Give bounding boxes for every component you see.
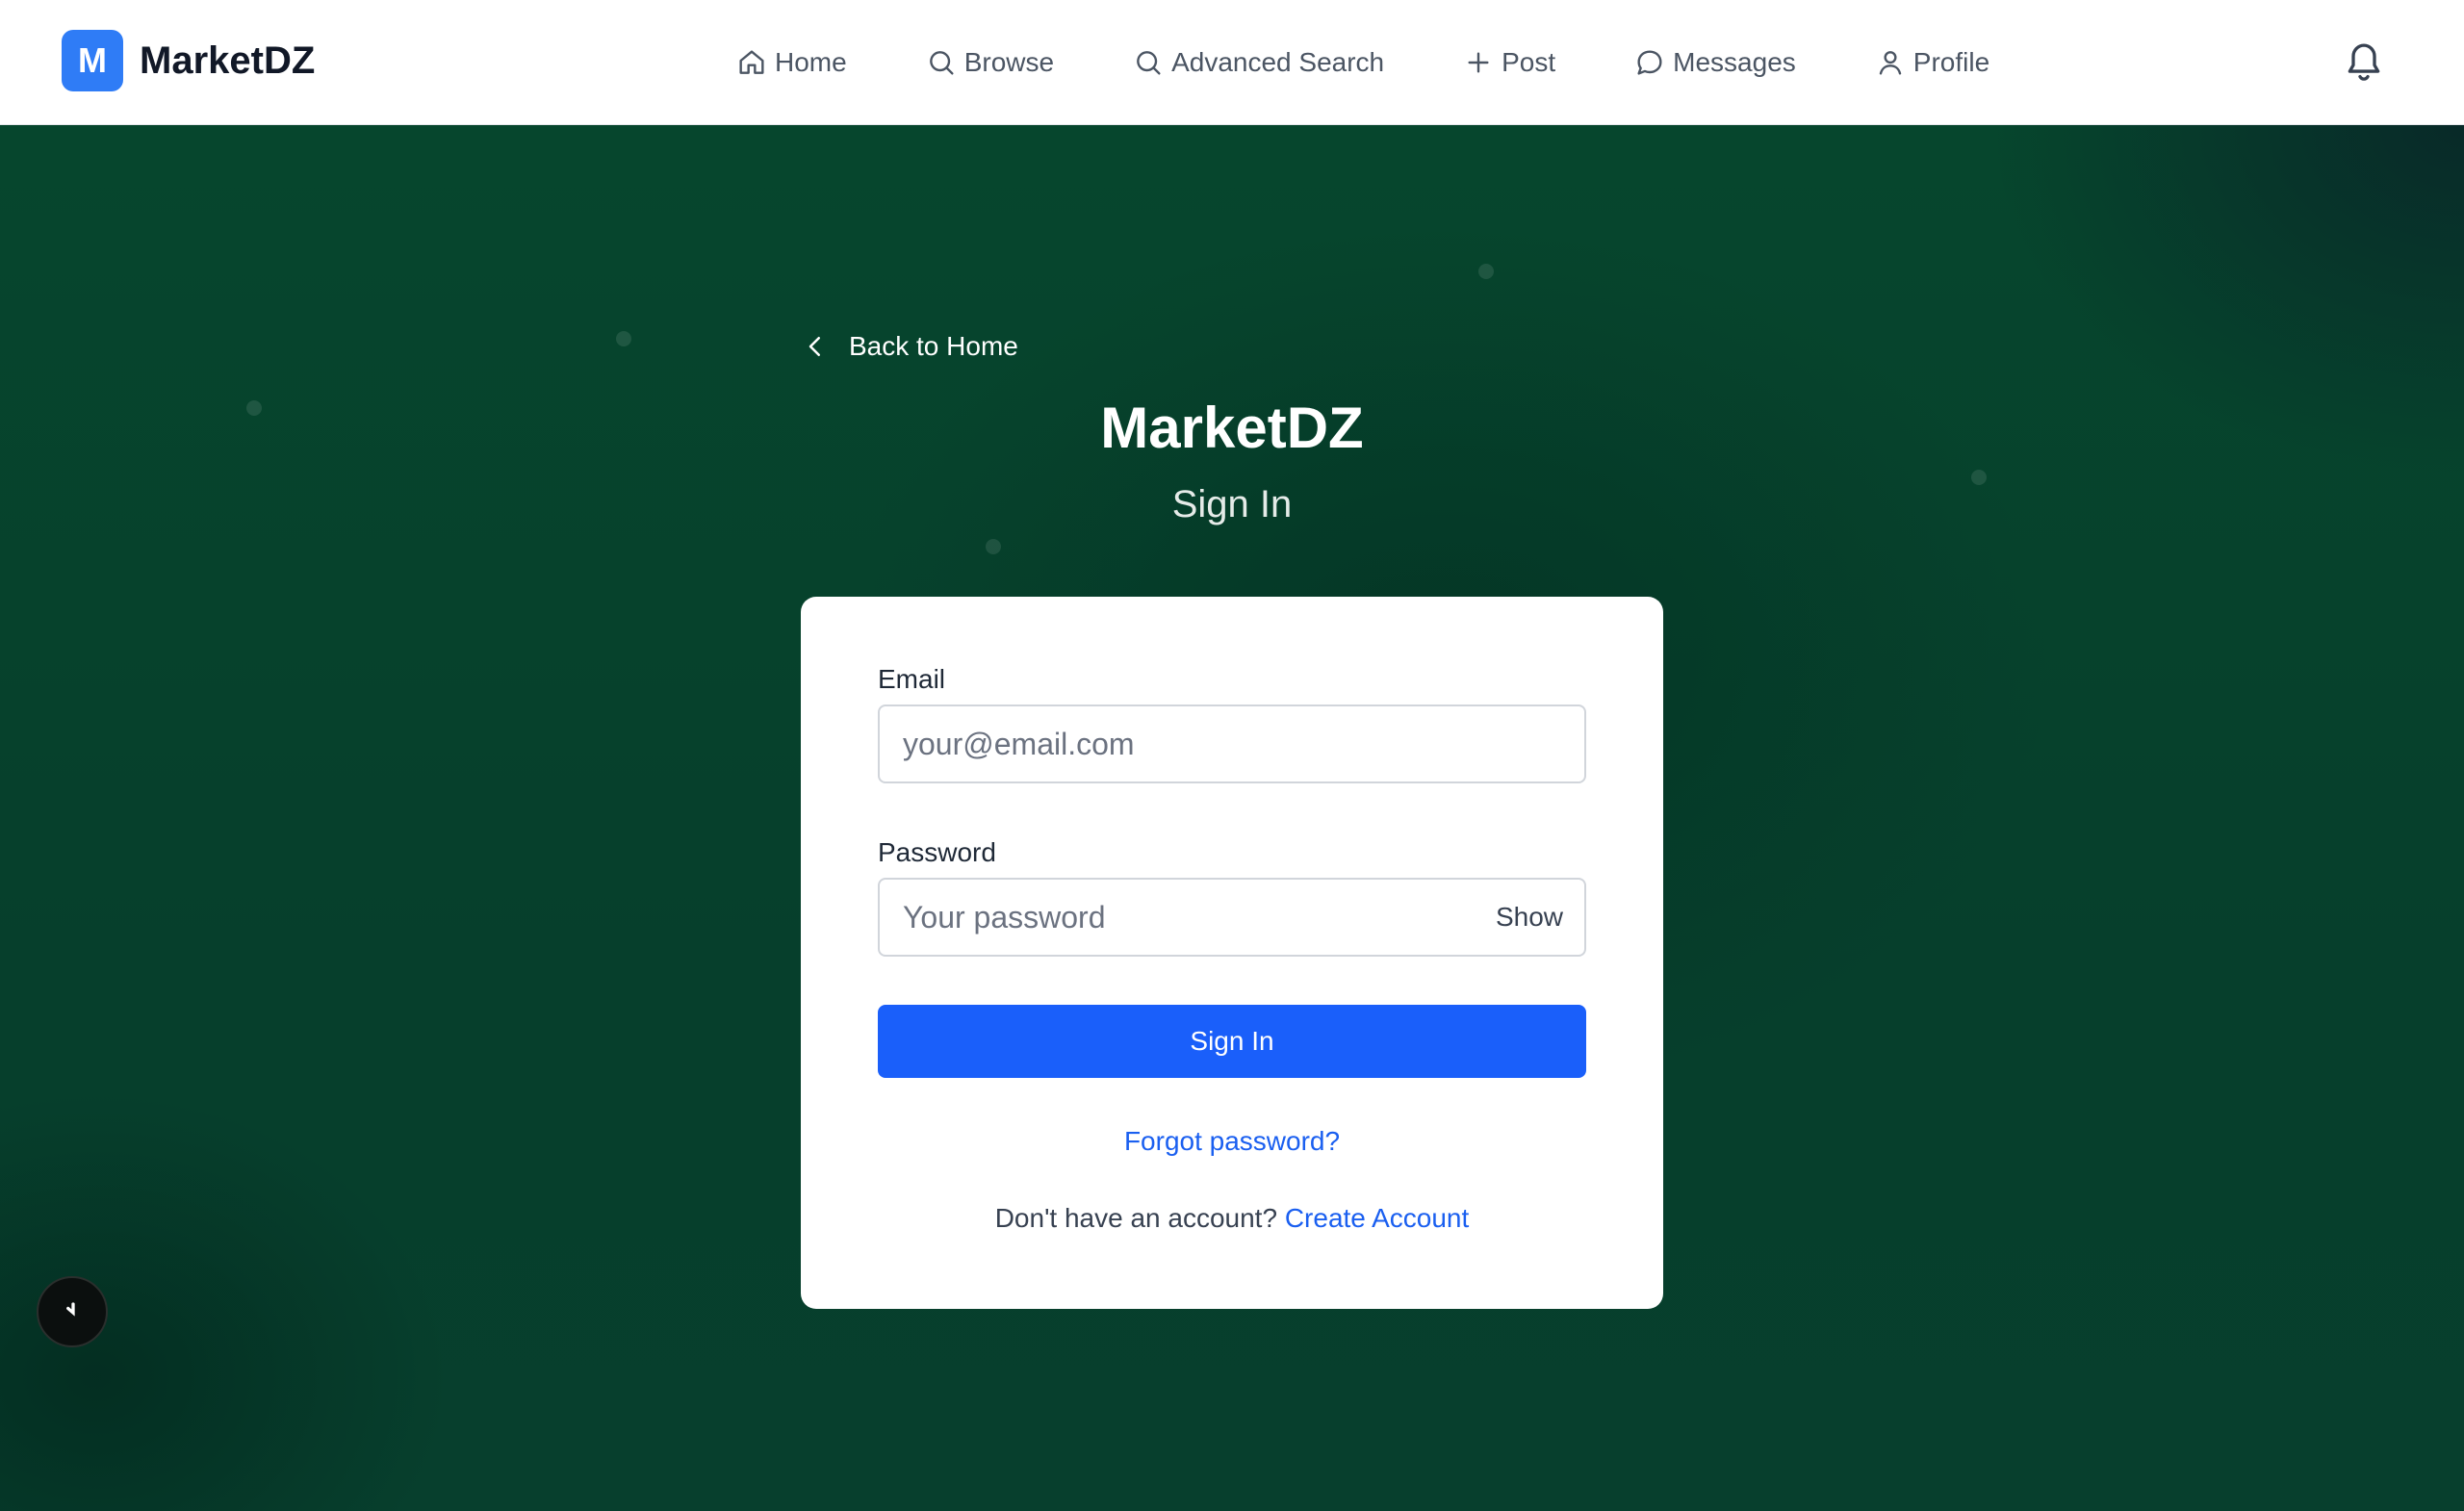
brand[interactable]: M MarketDZ bbox=[62, 30, 315, 91]
top-navbar: M MarketDZ Home Browse Advanced Search P… bbox=[0, 0, 2464, 125]
brand-logo[interactable]: M bbox=[62, 30, 123, 91]
message-icon bbox=[1637, 50, 1662, 75]
nav-messages[interactable]: Messages bbox=[1634, 47, 1796, 78]
forgot-password-row: Forgot password? bbox=[801, 1126, 1663, 1157]
loading-icon bbox=[66, 1302, 75, 1317]
chevron-left-icon bbox=[808, 337, 820, 356]
nav-advanced-search-label: Advanced Search bbox=[1171, 47, 1385, 77]
floating-action-button[interactable] bbox=[37, 1276, 108, 1347]
signin-card: Email Password Show Sign In Forgot passw… bbox=[801, 597, 1663, 1309]
user-icon bbox=[1879, 51, 1901, 75]
nav-post-label: Post bbox=[1502, 47, 1556, 77]
nav-messages-label: Messages bbox=[1673, 47, 1796, 77]
create-account-link[interactable]: Create Account bbox=[1285, 1203, 1469, 1233]
email-field-wrapper bbox=[878, 704, 1586, 783]
nav-home-label: Home bbox=[775, 47, 847, 77]
password-field-wrapper: Show bbox=[878, 878, 1586, 957]
email-field[interactable] bbox=[903, 706, 1461, 781]
signup-prompt: Don't have an account? bbox=[994, 1203, 1278, 1233]
nav-advanced-search[interactable]: Advanced Search bbox=[1133, 47, 1384, 78]
decorative-dot bbox=[1478, 264, 1494, 279]
home-icon bbox=[739, 50, 764, 74]
forgot-password-link[interactable]: Forgot password? bbox=[1124, 1126, 1340, 1156]
search-icon bbox=[1137, 51, 1161, 75]
back-to-home-link[interactable]: Back to Home bbox=[801, 325, 1018, 368]
nav-profile-label: Profile bbox=[1912, 47, 1990, 77]
signup-row: Don't have an account? Create Account bbox=[801, 1203, 1663, 1234]
main-nav: Home Browse Advanced Search Post Message… bbox=[736, 38, 1989, 87]
nav-profile[interactable]: Profile bbox=[1875, 47, 1989, 78]
nav-browse[interactable]: Browse bbox=[926, 47, 1054, 78]
nav-browse-label: Browse bbox=[963, 47, 1055, 77]
bell-icon[interactable] bbox=[2343, 38, 2385, 85]
decorative-dot bbox=[986, 539, 1001, 554]
back-to-home-label: Back to Home bbox=[849, 331, 1018, 361]
decorative-dot bbox=[616, 331, 631, 346]
plus-icon bbox=[1468, 52, 1489, 73]
sign-in-button[interactable]: Sign In bbox=[878, 1005, 1586, 1078]
page-title: MarketDZ bbox=[1100, 396, 1364, 460]
nav-post[interactable]: Post bbox=[1463, 47, 1555, 78]
show-password-button[interactable]: Show bbox=[1496, 880, 1563, 955]
page-subtitle: Sign In bbox=[1171, 483, 1293, 525]
email-label: Email bbox=[878, 664, 946, 694]
brand-name[interactable]: MarketDZ bbox=[140, 39, 315, 83]
search-icon bbox=[929, 51, 954, 75]
nav-home[interactable]: Home bbox=[736, 47, 847, 78]
password-label: Password bbox=[878, 837, 996, 867]
password-field[interactable] bbox=[903, 880, 1461, 955]
